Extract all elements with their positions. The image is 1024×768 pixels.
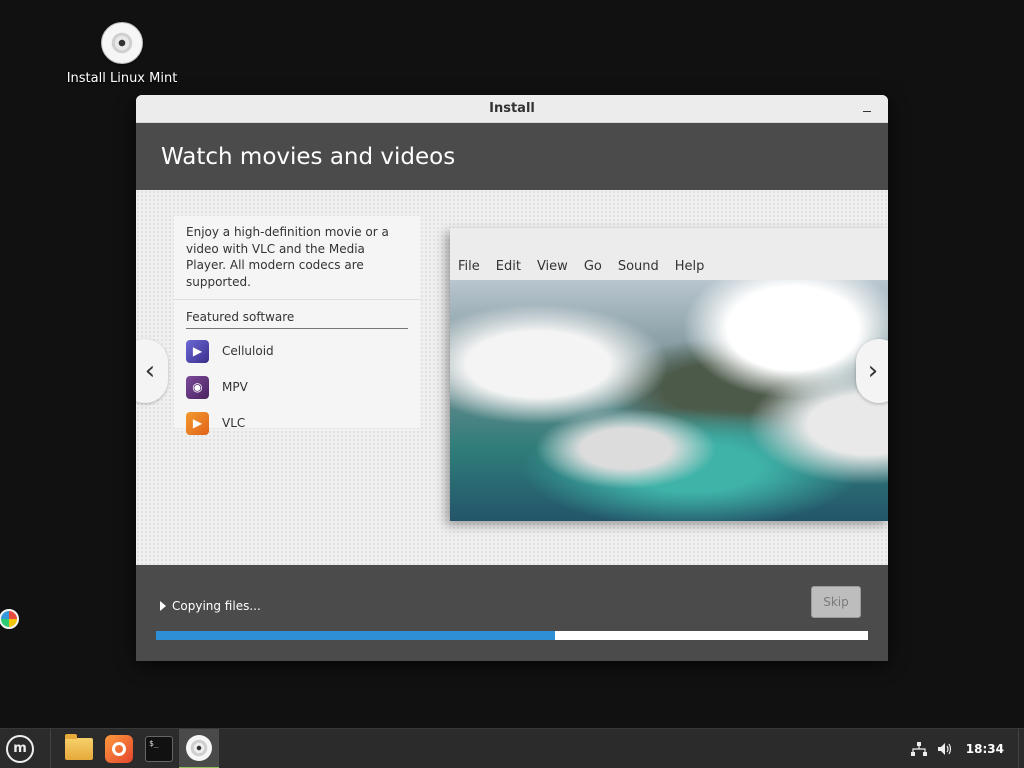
firefox-icon [105, 734, 133, 763]
chevron-right-icon: › [867, 356, 879, 386]
taskbar-files[interactable] [59, 729, 99, 768]
taskbar-firefox[interactable] [99, 729, 139, 768]
preview-menu-go: Go [583, 259, 602, 274]
slide-banner: Watch movies and videos [136, 123, 888, 190]
network-icon-svg [910, 741, 927, 756]
status-text: Copying files... [172, 599, 261, 613]
next-slide-button[interactable]: › [856, 339, 888, 403]
mpv-icon: ◉ [186, 375, 209, 399]
featured-software-heading: Featured software [186, 310, 295, 324]
details-expander[interactable]: Copying files... [160, 599, 261, 613]
featured-app-list: ▶ Celluloid ◉ MPV ▶ VLC [174, 329, 420, 441]
divider [50, 728, 51, 768]
minimize-button[interactable] [860, 101, 874, 115]
preview-menu-help: Help [674, 259, 705, 274]
preview-menubar: File Edit View Go Sound Help [450, 228, 888, 280]
app-name: Celluloid [222, 344, 274, 358]
pie-icon[interactable] [0, 609, 19, 629]
skip-button[interactable]: Skip [811, 586, 861, 618]
network-icon[interactable] [906, 729, 932, 768]
previous-slide-button[interactable]: ‹ [136, 339, 168, 403]
vlc-icon: ▶ [186, 411, 209, 435]
desktop-icon-label: Install Linux Mint [66, 71, 178, 86]
app-item-mpv: ◉ MPV [186, 369, 408, 405]
installer-window: Install Watch movies and videos Enjoy a … [136, 95, 888, 661]
triangle-right-icon [160, 601, 166, 611]
info-card: Enjoy a high-definition movie or a video… [174, 216, 420, 435]
app-item-vlc: ▶ VLC [186, 405, 408, 441]
banner-title: Watch movies and videos [161, 143, 456, 170]
taskbar-terminal[interactable]: $_ [139, 729, 179, 768]
taskbar: m $_ 18:34 [0, 728, 1024, 768]
app-item-celluloid: ▶ Celluloid [186, 333, 408, 369]
install-footer: Copying files... Skip [136, 565, 888, 661]
desktop-icon-install-linux-mint[interactable]: Install Linux Mint [62, 22, 182, 86]
media-player-preview: File Edit View Go Sound Help [450, 228, 888, 521]
volume-icon[interactable] [932, 729, 958, 768]
progress-bar [156, 631, 868, 640]
system-tray: 18:34 [906, 728, 1024, 768]
app-name: VLC [222, 416, 246, 430]
folder-icon [65, 733, 93, 760]
show-desktop-button[interactable] [1018, 728, 1024, 768]
taskbar-installer[interactable] [179, 728, 219, 768]
window-titlebar[interactable]: Install [136, 95, 888, 123]
clock[interactable]: 18:34 [966, 742, 1004, 756]
app-name: MPV [222, 380, 248, 394]
preview-menu-view: View [536, 259, 568, 274]
window-title: Install [489, 101, 535, 116]
minimize-icon [863, 111, 871, 112]
slide-description: Enjoy a high-definition movie or a video… [186, 225, 389, 289]
start-menu-button[interactable]: m [0, 729, 40, 768]
mint-logo-icon: m [6, 734, 34, 763]
progress-fill [156, 631, 555, 640]
preview-menu-edit: Edit [495, 259, 521, 274]
disc-icon [101, 22, 143, 64]
slideshow: Enjoy a high-definition movie or a video… [136, 190, 888, 565]
disc-icon [186, 734, 212, 761]
preview-menu-file: File [458, 259, 480, 274]
chevron-left-icon: ‹ [144, 356, 156, 386]
terminal-icon: $_ [145, 735, 173, 762]
volume-icon-svg [937, 742, 951, 755]
preview-menu-sound: Sound [617, 259, 659, 274]
video-frame [450, 280, 888, 521]
celluloid-icon: ▶ [186, 339, 209, 363]
